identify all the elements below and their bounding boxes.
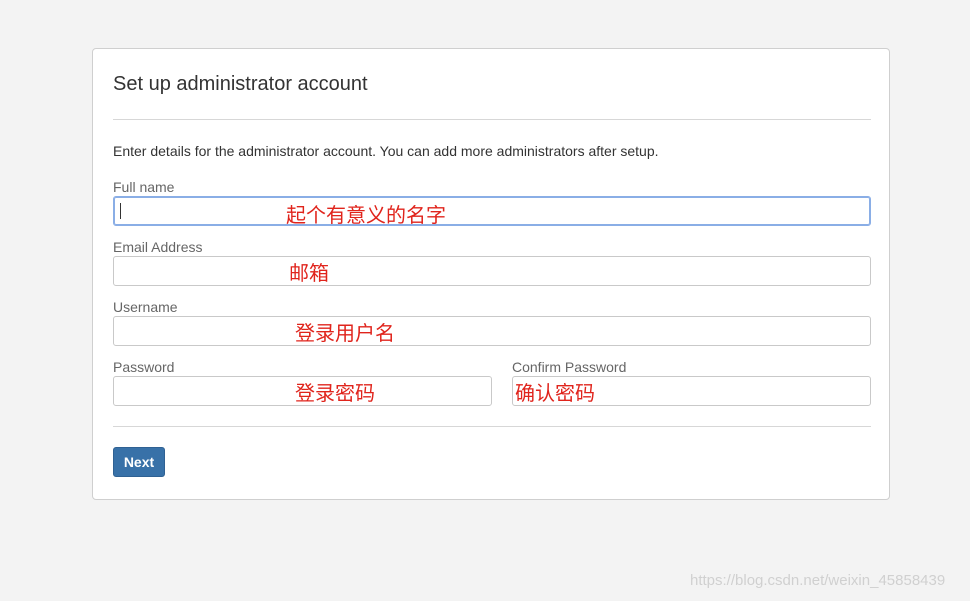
watermark-text: https://blog.csdn.net/weixin_45858439	[690, 572, 946, 589]
footer-divider	[113, 426, 871, 427]
password-annotation: 登录密码	[295, 381, 375, 405]
header-divider	[113, 119, 871, 120]
page-title: Set up administrator account	[113, 73, 368, 95]
next-button[interactable]: Next	[113, 447, 165, 477]
email-annotation: 邮箱	[289, 261, 329, 285]
full-name-annotation: 起个有意义的名字	[286, 203, 446, 227]
setup-panel: Set up administrator account Enter detai…	[92, 48, 890, 500]
full-name-label: Full name	[113, 179, 175, 195]
password-label: Password	[113, 359, 175, 375]
username-annotation: 登录用户名	[295, 321, 395, 345]
email-label: Email Address	[113, 239, 203, 255]
username-input[interactable]	[113, 316, 871, 346]
full-name-input[interactable]	[113, 196, 871, 226]
confirm-password-label: Confirm Password	[512, 359, 627, 375]
username-label: Username	[113, 299, 178, 315]
email-input[interactable]	[113, 256, 871, 286]
confirm-password-annotation: 确认密码	[515, 381, 595, 405]
intro-text: Enter details for the administrator acco…	[113, 143, 659, 159]
text-caret	[120, 203, 121, 219]
